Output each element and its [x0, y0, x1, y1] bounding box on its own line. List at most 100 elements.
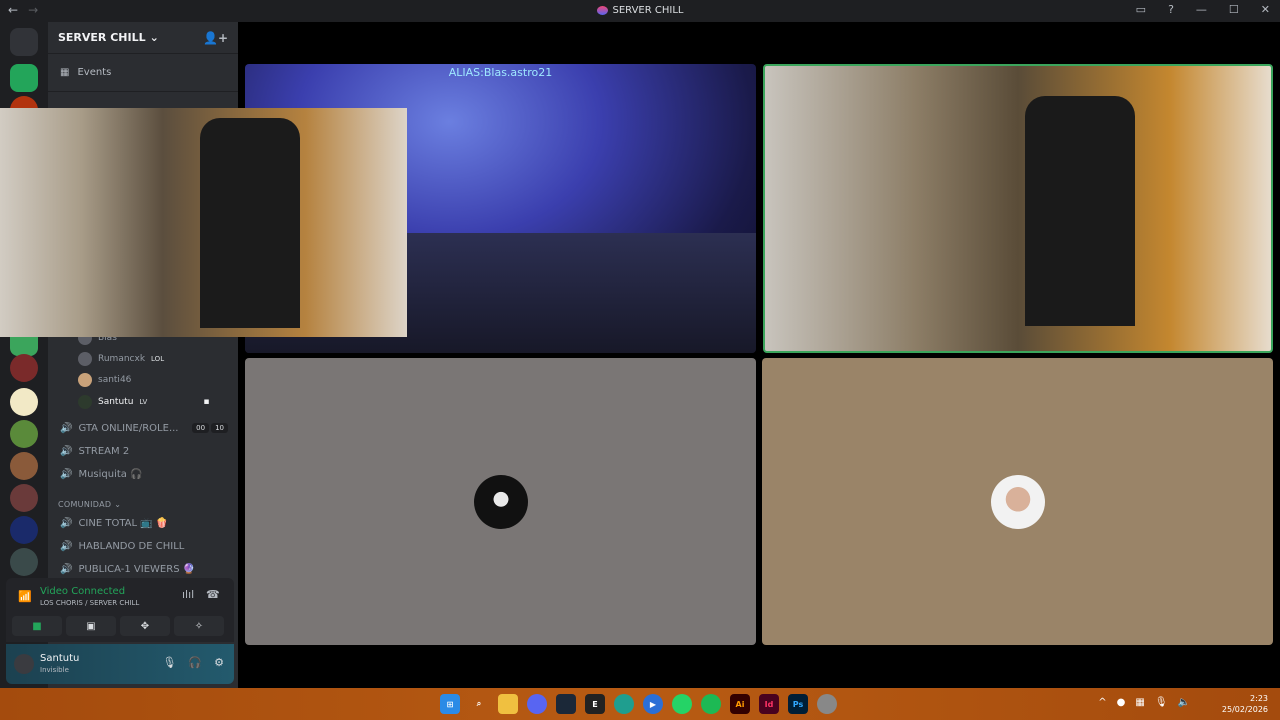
steam-icon[interactable] [556, 694, 576, 714]
disconnect-icon[interactable]: ☎ [206, 588, 220, 601]
avatar [990, 474, 1045, 529]
user-status: Invisible [40, 666, 69, 674]
events-item[interactable]: ▦ Events [48, 54, 238, 92]
search-icon[interactable]: ⌕ [469, 694, 489, 714]
speaker-icon: 🔊 [60, 563, 73, 575]
tray-app-icon[interactable]: ● [1117, 697, 1126, 708]
voice-action-buttons: ■ ▣ ✥ ✧ [12, 616, 224, 636]
signal-icon: 📶 [18, 590, 32, 603]
server-header[interactable]: SERVER CHILL ⌄ 👤+ [48, 22, 238, 54]
speaker-icon: 🔊 [60, 540, 73, 552]
chevron-up-icon[interactable]: ^ [1098, 697, 1106, 708]
voice-channel[interactable]: 🔊 PUBLICA-1 VIEWERS 🔮 [56, 559, 232, 579]
voice-channel[interactable]: 🔊 STREAM 2 [56, 441, 232, 461]
taskbar: ⊞ ⌕ E ▶ Ai Id Ps ^ ● ▦ 🎙 🔈 2:23 25/02/20… [0, 688, 1280, 720]
member-tag: LOL [151, 355, 165, 363]
participant-tile[interactable] [245, 358, 756, 645]
user-name[interactable]: Santutu [40, 653, 79, 664]
server-icon-active[interactable] [10, 64, 38, 92]
clock-time: 2:23 [1250, 694, 1268, 703]
folder-icon[interactable] [498, 694, 518, 714]
server-icon[interactable] [10, 354, 38, 382]
add-member-icon[interactable]: 👤+ [203, 31, 228, 45]
voice-channel[interactable]: 🔊 HABLANDO DE CHILL [56, 536, 232, 556]
video-feed [1025, 96, 1135, 326]
popout-video[interactable] [0, 108, 407, 337]
voice-location[interactable]: LOS CHORIS / SERVER CHILL [40, 599, 139, 607]
avatar [473, 474, 528, 529]
title-bar: ← → SERVER CHILL ▭ ? — ☐ ✕ [0, 0, 1280, 22]
window-controls: ▭ ? — ☐ ✕ [1136, 3, 1270, 16]
avatar[interactable] [14, 654, 34, 674]
noise-suppression-icon[interactable]: ılıl [182, 588, 194, 601]
avatar [78, 395, 92, 409]
soundboard-button[interactable]: ✧ [174, 616, 224, 636]
discord-icon[interactable] [527, 694, 547, 714]
activities-button[interactable]: ✥ [120, 616, 170, 636]
stream-alias: ALIAS:Blas.astro21 [448, 66, 553, 79]
voice-channel[interactable]: 🔊 CINE TOTAL 📺 🍿 [56, 513, 232, 533]
events-label: Events [77, 67, 112, 78]
category-header[interactable]: COMUNIDAD ⌄ [58, 500, 121, 509]
chevron-down-icon: ⌄ [114, 500, 122, 509]
windows-icon[interactable]: ⊞ [440, 694, 460, 714]
calendar-icon: ▦ [60, 67, 70, 78]
participant-tile[interactable] [762, 358, 1273, 645]
speaker-icon: 🔊 [60, 445, 73, 457]
camera-icon: ▪ [203, 397, 210, 407]
clock-date: 25/02/2026 [1221, 705, 1268, 714]
server-icon[interactable] [10, 548, 38, 576]
minimize-button[interactable]: — [1196, 3, 1207, 16]
voice-status: Video Connected [40, 586, 126, 597]
gear-icon[interactable]: ⚙ [214, 656, 224, 669]
screen-share-button[interactable]: ▣ [66, 616, 116, 636]
voice-member[interactable]: santi46 [78, 370, 131, 390]
photoshop-icon[interactable]: Ps [788, 694, 808, 714]
chevron-down-icon: ⌄ [149, 31, 159, 44]
maximize-button[interactable]: ☐ [1229, 3, 1239, 16]
server-icon[interactable] [10, 452, 38, 480]
user-controls: 🎙 🎧 ⚙ [162, 656, 224, 669]
voice-member[interactable]: Santutu LV ▪ [78, 392, 209, 412]
voice-connection-panel: 📶 Video Connected LOS CHORIS / SERVER CH… [6, 578, 234, 642]
window-title: SERVER CHILL [0, 5, 1280, 16]
server-logo-icon [596, 5, 608, 15]
voice-channel[interactable]: 🔊 GTA ONLINE/ROLE... 00 10 [56, 418, 232, 438]
camera-button[interactable]: ■ [12, 616, 62, 636]
taskbar-apps: ⊞ ⌕ E ▶ Ai Id Ps [440, 694, 837, 714]
help-icon[interactable]: ? [1168, 3, 1174, 16]
network-icon[interactable]: ▦ [1135, 697, 1144, 708]
speaker-icon: 🔊 [60, 468, 73, 480]
server-icon[interactable] [10, 484, 38, 512]
member-tag: LV [139, 398, 148, 406]
chrome-icon[interactable] [817, 694, 837, 714]
inbox-icon[interactable]: ▭ [1136, 3, 1146, 16]
user-count: 00 10 [192, 423, 228, 433]
volume-icon[interactable]: 🔈 [1178, 697, 1190, 708]
media-icon[interactable]: ▶ [643, 694, 663, 714]
edge-icon[interactable] [614, 694, 634, 714]
voice-channel[interactable]: 🔊 Musiquita 🎧 [56, 464, 232, 484]
discord-home-icon[interactable] [10, 28, 38, 56]
server-icon[interactable] [10, 388, 38, 416]
close-button[interactable]: ✕ [1261, 3, 1270, 16]
server-icon[interactable] [10, 420, 38, 448]
illustrator-icon[interactable]: Ai [730, 694, 750, 714]
video-feed [200, 118, 300, 328]
indesign-icon[interactable]: Id [759, 694, 779, 714]
whatsapp-icon[interactable] [672, 694, 692, 714]
epic-icon[interactable]: E [585, 694, 605, 714]
spotify-icon[interactable] [701, 694, 721, 714]
avatar [78, 373, 92, 387]
user-panel: Santutu Invisible 🎙 🎧 ⚙ [6, 644, 234, 684]
microphone-icon[interactable]: 🎙 [162, 656, 176, 669]
speaker-icon: 🔊 [60, 517, 73, 529]
voice-member[interactable]: Rumancxk LOL [78, 349, 164, 369]
clock[interactable]: 2:23 25/02/2026 [1222, 693, 1268, 715]
server-icon[interactable] [10, 516, 38, 544]
video-tile-speaking[interactable] [763, 64, 1273, 353]
headphones-icon[interactable]: 🎧 [188, 656, 202, 669]
server-name: SERVER CHILL [58, 31, 146, 44]
microphone-icon[interactable]: 🎙 [1155, 697, 1168, 708]
system-tray: ^ ● ▦ 🎙 🔈 [1098, 697, 1190, 708]
